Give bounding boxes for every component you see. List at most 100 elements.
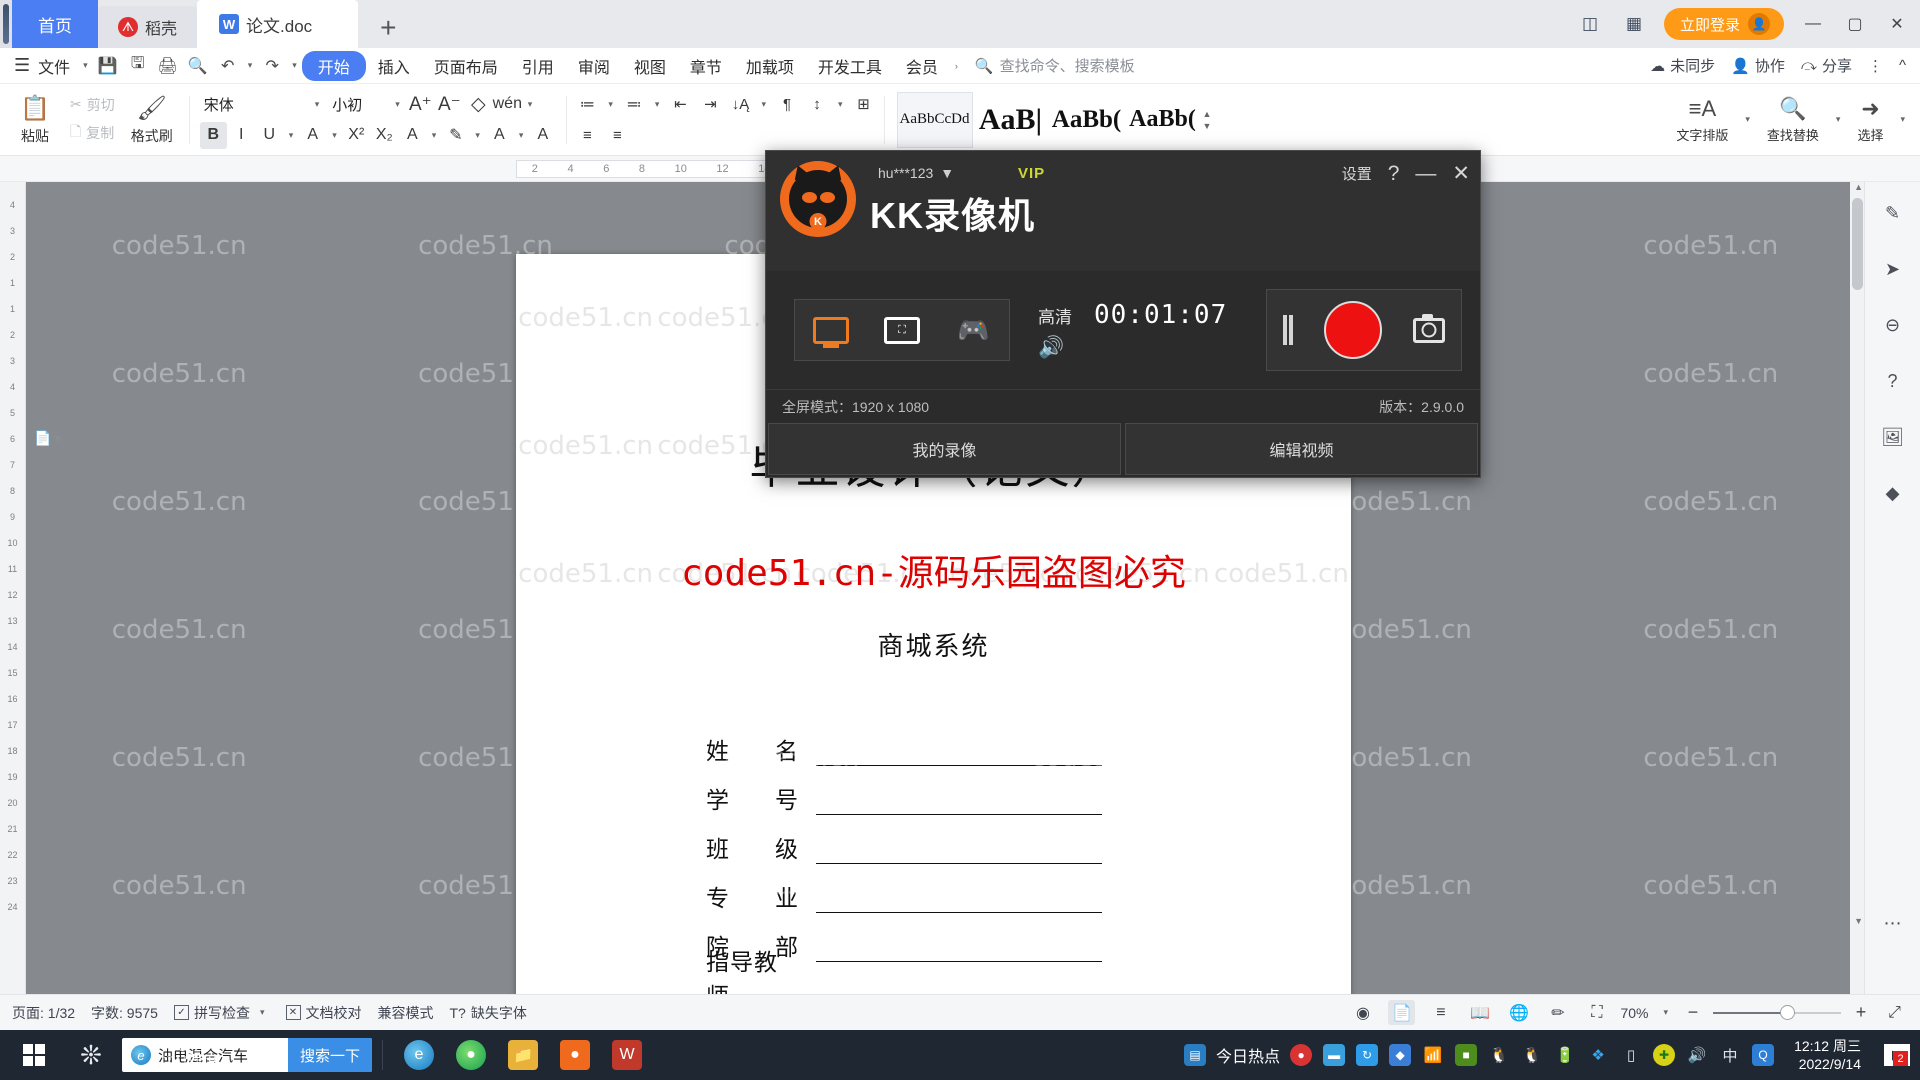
news-icon[interactable]: ▤ — [1183, 1043, 1207, 1067]
char-border-caret-icon[interactable]: ▾ — [427, 130, 442, 141]
tab-daoke[interactable]: 稻壳 — [98, 6, 198, 48]
vertical-scrollbar-thumb[interactable] — [1852, 198, 1863, 290]
window-maximize-button[interactable]: ▢ — [1836, 1, 1874, 47]
fullscreen-icon[interactable]: ⤢ — [1881, 1000, 1908, 1025]
undo-caret-icon[interactable]: ▾ — [243, 60, 258, 71]
zoom-level-label[interactable]: 70% — [1620, 1005, 1648, 1021]
paste-button[interactable]: 📋 粘贴 — [6, 86, 64, 154]
find-replace-caret-icon[interactable]: ▾ — [1831, 114, 1846, 125]
ribbon-tab-start[interactable]: 开始 — [301, 50, 366, 81]
zoom-out-button[interactable]: − — [1683, 1002, 1703, 1023]
numbering-button[interactable]: ≕ — [620, 91, 648, 118]
collaborate-button[interactable]: 👤 协作 — [1731, 55, 1785, 76]
ime-icon[interactable]: 中 — [1718, 1043, 1742, 1067]
outline-icon[interactable]: ≡ — [1427, 1000, 1454, 1025]
highlight-caret-icon[interactable]: ▾ — [470, 130, 485, 141]
italic-button[interactable]: I — [228, 122, 255, 149]
minus-circle-icon[interactable]: ⊖ — [1876, 308, 1910, 342]
select-caret-icon[interactable]: ▾ — [1895, 114, 1910, 125]
collapse-ribbon-icon[interactable]: ^ — [1899, 57, 1906, 74]
select-button[interactable]: ➜ 选择 — [1847, 86, 1893, 154]
strikethrough-button[interactable]: A — [299, 122, 326, 149]
kk-vip-badge[interactable]: VIP — [1018, 165, 1045, 182]
pen-icon[interactable]: ✎ — [1876, 196, 1910, 230]
redo-caret-icon[interactable]: ▾ — [287, 60, 302, 71]
ribbon-tab-member[interactable]: 会员 — [894, 51, 950, 81]
field-input-major[interactable] — [816, 887, 1102, 913]
zoom-caret-icon[interactable]: ▾ — [1658, 1007, 1673, 1018]
pinyin-guide-button[interactable]: wén — [493, 91, 522, 118]
update-icon[interactable]: ↻ — [1355, 1043, 1379, 1067]
qq-browser-icon[interactable]: Q — [1751, 1043, 1775, 1067]
more-dots-icon[interactable]: ⋯ — [1876, 906, 1910, 940]
kk-help-button[interactable]: ? — [1388, 162, 1400, 186]
kk-recorder-window[interactable]: K hu***123 ▼ VIP KK录像机 设置 ? — ✕ ⛶ 🎮 高清 0… — [765, 150, 1481, 478]
eye-care-icon[interactable]: ◉ — [1349, 1000, 1376, 1025]
word-count-status[interactable]: 字数: 9575 — [91, 1003, 158, 1023]
antivirus-icon[interactable]: ● — [1289, 1043, 1313, 1067]
ribbon-tab-references[interactable]: 引用 — [510, 51, 566, 81]
tencent-shield-icon[interactable]: ◆ — [1388, 1043, 1412, 1067]
sync-status-button[interactable]: ☁ 未同步 — [1650, 55, 1715, 76]
reading-layout-icon[interactable]: 📖 — [1466, 1000, 1493, 1025]
ribbon-tab-section[interactable]: 章节 — [678, 51, 734, 81]
kk-settings-button[interactable]: 设置 — [1342, 163, 1372, 184]
styles-scroll-controls[interactable]: ▲ ▼ — [1203, 109, 1212, 131]
fullscreen-mode-icon[interactable] — [808, 310, 854, 350]
window-close-button[interactable]: ✕ — [1878, 1, 1916, 47]
field-input-name[interactable] — [816, 740, 1102, 766]
taskbar-app-wps[interactable]: W — [601, 1030, 653, 1080]
print-icon[interactable]: 🖨 — [153, 52, 183, 80]
style-item-heading3[interactable]: AaBb( — [1125, 92, 1201, 148]
image-icon[interactable]: 🖼 — [1876, 420, 1910, 454]
numbering-caret-icon[interactable]: ▾ — [650, 99, 665, 110]
record-button[interactable] — [1323, 301, 1382, 359]
ribbon-tabs-overflow-icon[interactable]: › — [950, 61, 963, 71]
spellcheck-caret-icon[interactable]: ▾ — [255, 1007, 270, 1018]
print-preview-icon[interactable]: 🔍 — [183, 52, 213, 80]
taskbar-app-browser[interactable]: ● — [445, 1030, 497, 1080]
decrease-indent-button[interactable]: ⇤ — [666, 91, 694, 118]
file-menu-button[interactable]: 文件 — [34, 54, 78, 78]
pen-edit-icon[interactable]: ✏ — [1544, 1000, 1571, 1025]
bluetooth-icon[interactable]: ❖ — [1586, 1043, 1610, 1067]
proofread-button[interactable]: ✕ 文档校对 — [285, 1003, 362, 1023]
search-input-box[interactable]: 油电混合汽车 搜索一下 — [122, 1038, 372, 1072]
increase-indent-button[interactable]: ⇥ — [696, 91, 724, 118]
window-minimize-button[interactable]: — — [1794, 1, 1832, 47]
clear-format-button[interactable]: ◇ — [465, 91, 492, 118]
find-replace-button[interactable]: 🔍 查找替换 — [1757, 86, 1829, 154]
align-left-button[interactable]: ≡ — [573, 122, 601, 149]
volume-icon[interactable]: 🔊 — [1685, 1043, 1709, 1067]
format-painter-button[interactable]: 🖌 格式刷 — [121, 86, 183, 154]
taskbar-app-explorer[interactable]: 📁 — [497, 1030, 549, 1080]
field-input-class[interactable] — [816, 838, 1102, 864]
line-spacing-button[interactable]: ↕ — [803, 91, 831, 118]
vertical-scrollbar-track[interactable] — [1850, 182, 1864, 994]
shrink-font-button[interactable]: A⁻ — [436, 91, 463, 118]
game-mode-icon[interactable]: 🎮 — [950, 310, 996, 350]
360-icon[interactable]: ✚ — [1652, 1043, 1676, 1067]
styles-scroll-up-icon[interactable]: ▲ — [1203, 109, 1212, 119]
usb-tool-icon[interactable]: ▬ — [1322, 1043, 1346, 1067]
ribbon-tab-view[interactable]: 视图 — [622, 51, 678, 81]
grid-view-icon[interactable]: ▦ — [1614, 4, 1654, 44]
save-as-icon[interactable]: 🖫 — [123, 52, 153, 80]
command-search[interactable]: 🔍 查找命令、搜索模板 — [975, 55, 1135, 76]
question-icon[interactable]: ? — [1876, 364, 1910, 398]
zoom-slider-knob[interactable] — [1779, 1005, 1795, 1020]
field-input-department[interactable] — [816, 936, 1102, 962]
ribbon-tab-review[interactable]: 审阅 — [566, 51, 622, 81]
align-center-button[interactable]: ≡ — [603, 122, 631, 149]
subscript-button[interactable]: X₂ — [371, 122, 398, 149]
superscript-button[interactable]: X² — [343, 122, 370, 149]
field-input-student-id[interactable] — [816, 789, 1102, 815]
tab-document[interactable]: 论文.doc — [197, 0, 359, 48]
bullets-caret-icon[interactable]: ▾ — [603, 99, 618, 110]
char-border-button[interactable]: A — [399, 122, 426, 149]
page-count-status[interactable]: 页面: 1/32 — [12, 1003, 75, 1023]
char-shading-button[interactable]: A — [529, 122, 556, 149]
field-input-advisor[interactable] — [816, 985, 1102, 994]
pause-button[interactable] — [1282, 315, 1293, 345]
region-mode-icon[interactable]: ⛶ — [879, 310, 925, 350]
